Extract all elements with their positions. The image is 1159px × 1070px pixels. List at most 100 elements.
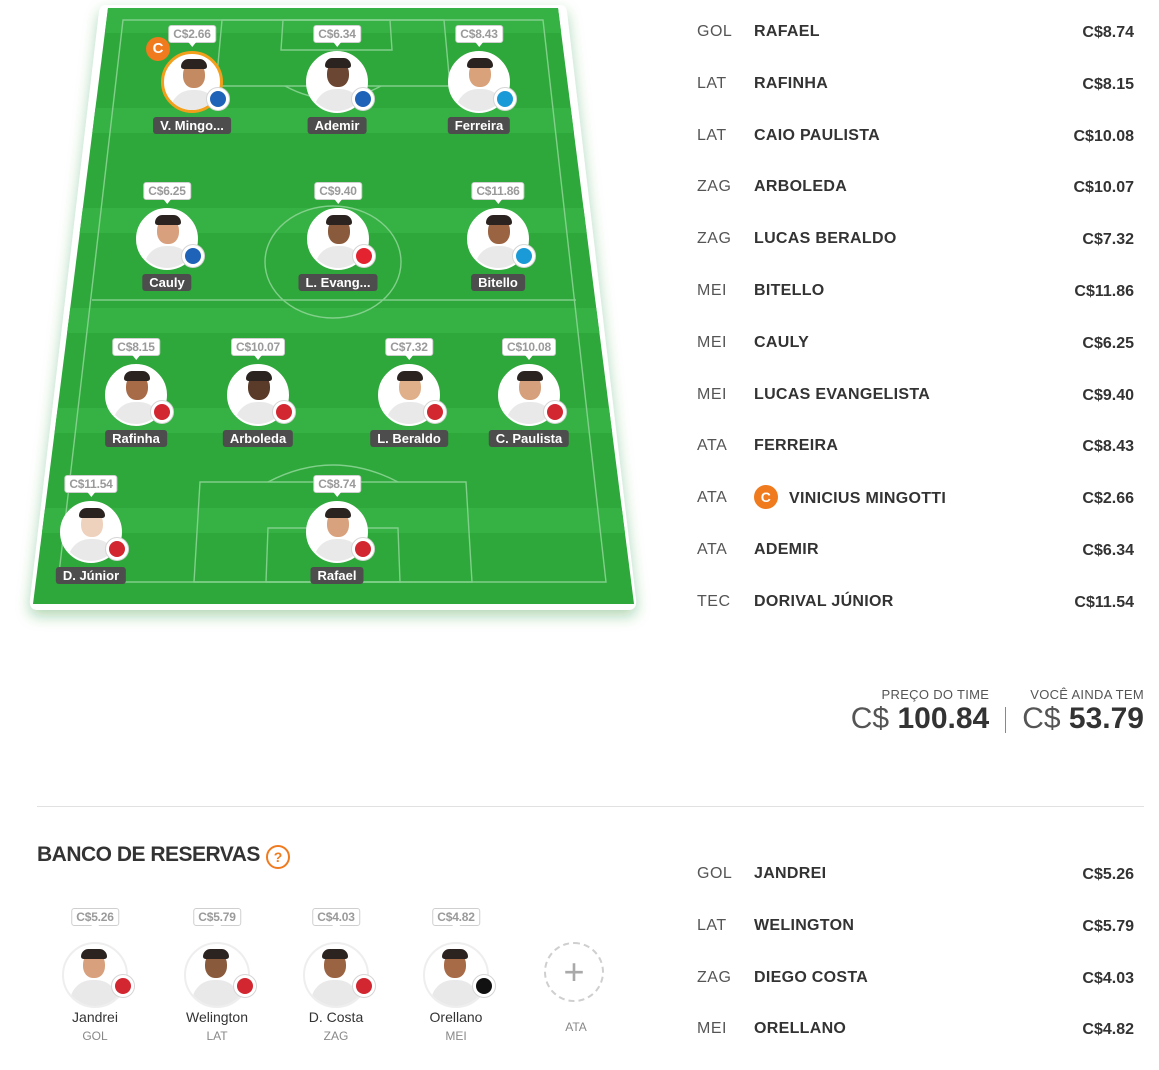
player-name: L. Beraldo [370,430,448,447]
list-item-price: C$7.32 [1082,231,1134,249]
club-badge-vasco-icon [472,974,496,998]
list-item[interactable]: ATA ADEMIR C$6.34 [694,526,1144,578]
list-item-price: C$11.54 [1074,593,1134,611]
list-item-name: ARBOLEDA [754,178,847,196]
field-player-mingotti[interactable]: C$2.66 C V. Mingo... [132,25,252,137]
club-badge-gremio-icon [493,87,517,111]
list-item-name: RAFAEL [754,23,820,41]
player-name: D. Costa [308,1009,364,1025]
club-badge-spfc-icon [105,537,129,561]
list-item-name: LUCAS EVANGELISTA [754,386,930,404]
list-item-position: MEI [697,1020,727,1038]
list-item-name-text: JANDREI [754,865,827,882]
club-badge-bragantino-icon [352,244,376,268]
list-item-position: ZAG [697,230,732,248]
list-item[interactable]: MEI BITELLO C$11.86 [694,267,1144,319]
field-player-rafael[interactable]: C$8.74 Rafael [277,475,397,587]
list-item-position: MEI [697,385,727,403]
field-player-ademir[interactable]: C$6.34 Ademir [277,25,397,137]
bench-player[interactable]: C$5.79 Welington LAT [167,908,267,1048]
list-item-price: C$10.08 [1073,127,1135,145]
player-name: Ferreira [447,117,511,134]
player-position: LAT [206,1029,228,1043]
club-badge-spfc-icon [351,537,375,561]
player-price: C$10.07 [231,338,285,360]
field-player-dorival[interactable]: C$11.54 D. Júnior [31,475,151,587]
player-name: Arboleda [222,430,294,447]
list-item[interactable]: ZAG DIEGO COSTA C$4.03 [694,954,1144,1006]
list-item-name-text: VINICIUS MINGOTTI [789,490,947,508]
remaining-label: VOCÊ AINDA TEM [1030,687,1144,702]
field-player-arboleda[interactable]: C$10.07 Arboleda [198,338,318,450]
remaining-value: 53.79 [1068,702,1144,735]
player-name: D. Júnior [55,567,127,584]
list-item[interactable]: ATA C VINICIUS MINGOTTI C$2.66 [694,474,1144,526]
team-price-value: 100.84 [897,702,990,735]
list-item-position: MEI [697,333,727,351]
team-price: PREÇO DO TIME C$ 100.84 [851,687,989,736]
bench-player[interactable]: C$4.82 Orellano MEI [406,908,506,1048]
list-item-position: LAT [697,126,727,144]
player-name: Rafael [310,567,364,584]
club-badge-spfc-icon [423,400,447,424]
list-item-name: LUCAS BERALDO [754,230,897,248]
add-player-button[interactable]: + [544,942,604,1002]
field-player-beraldo[interactable]: C$7.32 L. Beraldo [349,338,469,450]
list-item-position: LAT [697,916,727,934]
list-item[interactable]: LAT CAIO PAULISTA C$10.08 [694,112,1144,164]
totals-divider [1005,707,1007,733]
player-price: C$10.08 [502,338,556,360]
bench-player[interactable]: C$4.03 D. Costa ZAG [286,908,386,1048]
list-item[interactable]: MEI CAULY C$6.25 [694,319,1144,371]
field-player-paulista[interactable]: C$10.08 C. Paulista [469,338,589,450]
club-badge-spfc-icon [272,400,296,424]
player-price: C$9.40 [314,182,362,204]
help-icon[interactable]: ? [266,845,290,869]
field-player-evangelista[interactable]: C$9.40 L. Evang... [278,182,398,294]
player-name: Ademir [307,117,367,134]
field-player-rafinha[interactable]: C$8.15 Rafinha [76,338,196,450]
field-player-ferreira[interactable]: C$8.43 Ferreira [419,25,539,137]
list-item-price: C$8.74 [1082,24,1134,41]
club-badge-spfc-icon [233,974,257,998]
list-item[interactable]: GOL JANDREI C$5.26 [694,850,1144,902]
list-item[interactable]: GOL RAFAEL C$8.74 [694,8,1144,60]
section-divider [37,806,1144,807]
list-item-name: WELINGTON [754,917,854,935]
player-name: L. Evang... [298,274,378,291]
player-price: C$7.32 [385,338,433,360]
remaining-budget: VOCÊ AINDA TEM C$ 53.79 [1022,687,1144,736]
player-price: C$5.26 [71,908,119,930]
player-name: Welington [185,1009,248,1025]
list-item[interactable]: TEC DORIVAL JÚNIOR C$11.54 [694,578,1144,630]
list-item[interactable]: ZAG ARBOLEDA C$10.07 [694,163,1144,215]
list-item-name-text: CAULY [754,333,810,351]
team-totals: PREÇO DO TIME C$ 100.84 VOCÊ AINDA TEM C… [851,687,1144,736]
list-item-name-text: ORELLANO [754,1020,847,1038]
list-item[interactable]: MEI ORELLANO C$4.82 [694,1005,1144,1057]
list-item-name-text: ADEMIR [754,541,819,558]
list-item[interactable]: ATA FERREIRA C$8.43 [694,422,1144,474]
list-item-price: C$11.86 [1074,283,1134,300]
list-item-price: C$8.15 [1082,75,1134,93]
list-item-position: TEC [697,592,731,610]
list-item-name-text: LUCAS BERALDO [754,230,897,248]
club-badge-bahia-icon [206,87,230,111]
list-item[interactable]: ZAG LUCAS BERALDO C$7.32 [694,215,1144,267]
list-item-name: ADEMIR [754,541,819,559]
field-player-cauly[interactable]: C$6.25 Cauly [107,182,227,294]
list-item[interactable]: LAT RAFINHA C$8.15 [694,60,1144,112]
club-badge-spfc-icon [352,974,376,998]
player-position: MEI [445,1029,467,1043]
team-price-label: PREÇO DO TIME [881,687,990,702]
list-item-name-text: FERREIRA [754,437,839,455]
list-item-price: C$9.40 [1082,386,1134,404]
list-item-position: ATA [697,541,728,558]
list-item[interactable]: MEI LUCAS EVANGELISTA C$9.40 [694,371,1144,423]
list-item-position: MEI [697,282,727,299]
list-item[interactable]: LAT WELINGTON C$5.79 [694,902,1144,954]
captain-icon: C [754,485,778,510]
bench-player[interactable]: C$5.26 Jandrei GOL [45,908,145,1048]
field-player-bitello[interactable]: C$11.86 Bitello [438,182,558,294]
player-price: C$6.34 [313,25,361,47]
